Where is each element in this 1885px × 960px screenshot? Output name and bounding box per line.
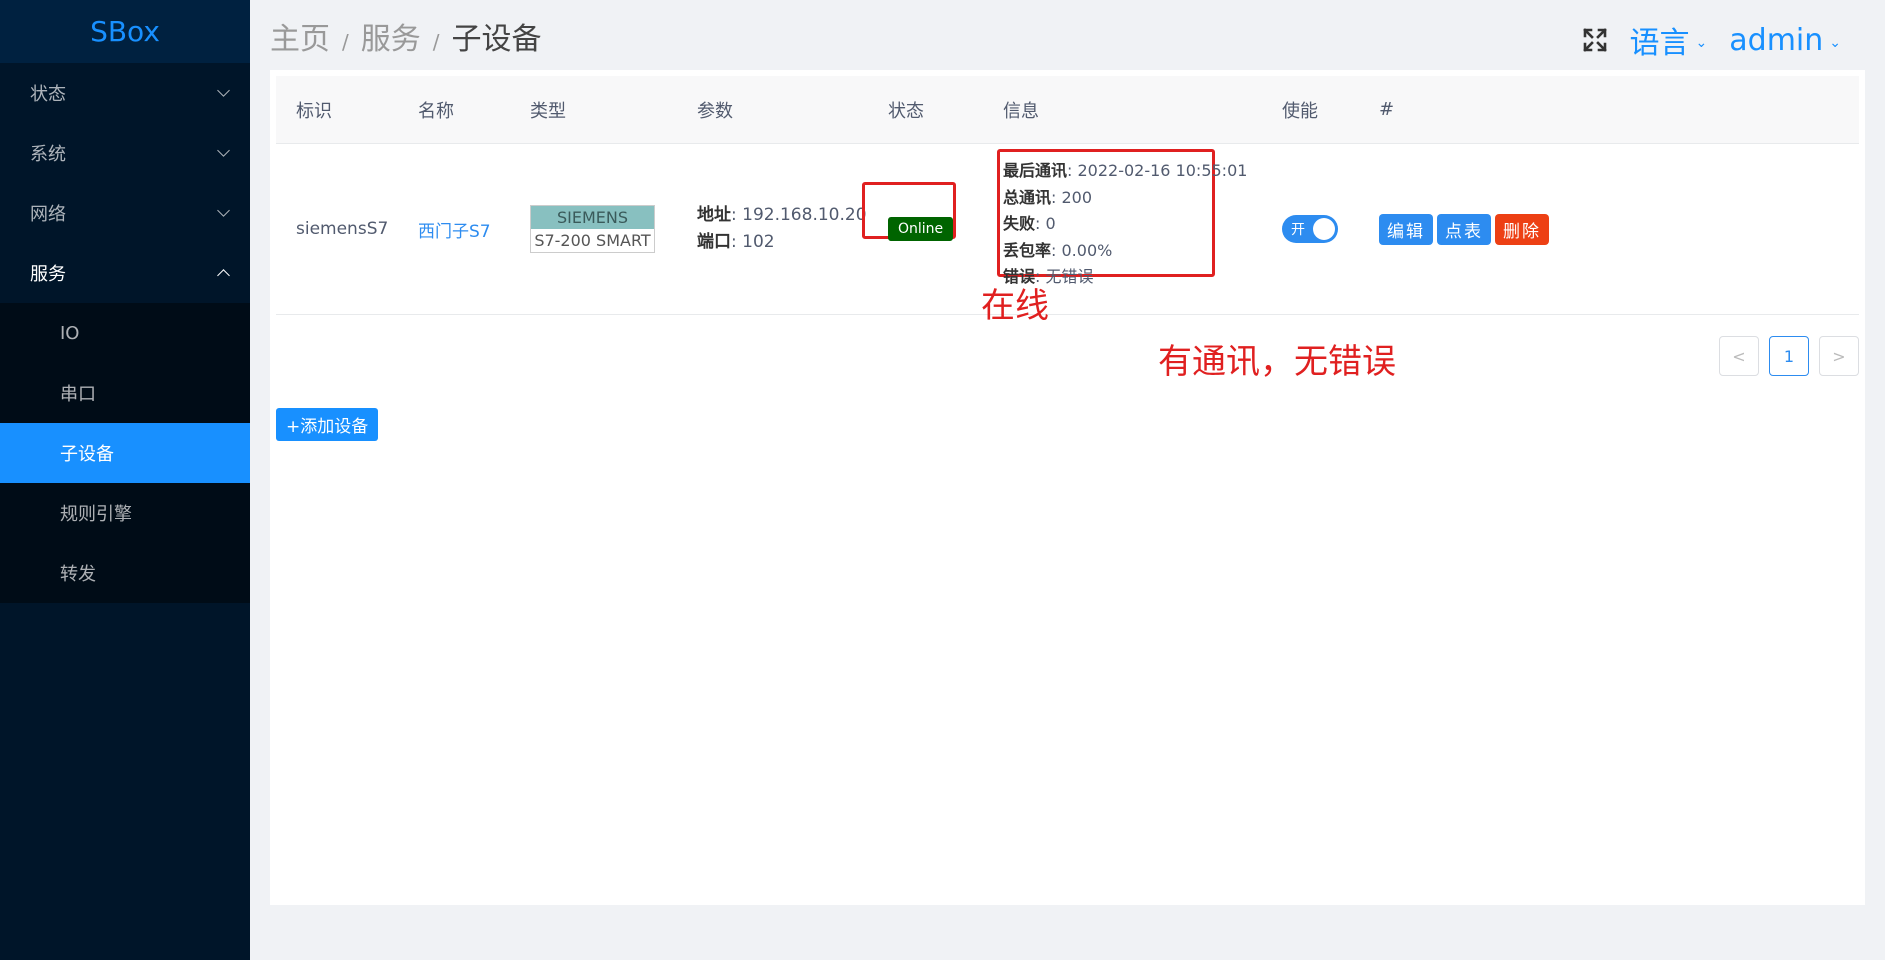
point-table-button[interactable]: 点表 [1437,213,1491,245]
language-dropdown[interactable]: 语言 ⌄ [1630,18,1708,62]
user-dropdown[interactable]: admin ⌄ [1729,23,1841,58]
info-label: 最后通讯 [1003,161,1068,180]
menu-label: 系统 [30,144,66,165]
table-header: 标识 名称 类型 参数 状态 信息 使能 # [276,76,1859,144]
chevron-down-icon [217,144,230,157]
chevron-down-icon [217,84,230,97]
column-header: 类型 [530,100,566,122]
submenu-item-io[interactable]: IO [0,303,250,363]
type-model: S7-200 SMART [531,229,654,252]
status-badge: Online [888,217,954,241]
breadcrumb: 主页 / 服务 / 子设备 [270,14,542,58]
menu-network[interactable]: 网络 [0,183,250,243]
language-label: 语言 [1629,26,1690,61]
chevron-down-icon [217,204,230,217]
param-label: 地址 [697,205,731,225]
app-logo[interactable]: SBox [0,0,250,63]
info-label: 丢包率 [1003,240,1052,260]
breadcrumb-current: 子设备 [451,22,542,57]
chevron-up-icon [217,269,230,282]
column-header: 标识 [296,100,332,122]
toggle-knob [1313,218,1335,240]
device-type-tag: SIEMENS S7-200 SMART [530,205,655,253]
column-header: 使能 [1282,100,1318,122]
next-page-button[interactable]: > [1819,336,1859,376]
device-id: siemensS7 [296,219,389,239]
submenu-item-forward[interactable]: 转发 [0,543,250,603]
column-header: 参数 [697,100,733,122]
fullscreen-icon[interactable] [1582,27,1608,53]
info-annotation: 有通讯，无错误 [1158,342,1396,382]
submenu-item-serial[interactable]: 串口 [0,363,250,423]
toggle-label: 开 [1291,222,1305,238]
info-value: 2022-02-16 10:55:01 [1077,161,1248,180]
delete-button[interactable]: 删除 [1495,213,1549,245]
info-value: 无错误 [1045,267,1094,286]
main-content: 标识 名称 类型 参数 状态 信息 使能 # siemensS7 西门子S7 S… [270,70,1865,905]
menu-label: 服务 [30,264,66,285]
menu-system[interactable]: 系统 [0,123,250,183]
column-header: # [1379,99,1395,120]
info-label: 失败 [1003,214,1036,233]
info-value: 0 [1045,214,1056,233]
enable-toggle[interactable]: 开 [1282,215,1338,243]
param-port: 102 [742,232,775,252]
type-brand: SIEMENS [531,206,654,229]
edit-button[interactable]: 编辑 [1379,213,1433,245]
breadcrumb-service[interactable]: 服务 [361,14,421,58]
user-name: admin [1729,22,1824,58]
breadcrumb-home[interactable]: 主页 [270,14,330,58]
param-address: 192.168.10.20 [742,205,867,225]
breadcrumb-separator: / [342,30,349,54]
add-device-button[interactable]: +添加设备 [276,408,379,441]
device-params: 地址: 192.168.10.20 端口: 102 [697,205,867,252]
menu-label: 状态 [30,84,66,105]
info-value: 200 [1061,187,1093,207]
menu-label: 网络 [30,204,66,225]
submenu-item-rule-engine[interactable]: 规则引擎 [0,483,250,543]
page-number-button[interactable]: 1 [1769,336,1809,376]
sidebar: SBox 状态 系统 网络 服务 IO 串口 子设备 规则引擎 转发 [0,0,250,960]
prev-page-button[interactable]: < [1719,336,1759,376]
column-header: 名称 [418,100,454,122]
table-row: siemensS7 西门子S7 SIEMENS S7-200 SMART 地址:… [276,144,1859,315]
info-label: 总通讯 [1003,187,1052,207]
chevron-down-icon: ⌄ [1695,35,1708,51]
header-actions: 语言 ⌄ admin ⌄ [1582,18,1841,62]
device-table: 标识 名称 类型 参数 状态 信息 使能 # siemensS7 西门子S7 S… [276,76,1859,315]
breadcrumb-separator: / [432,30,440,54]
device-info: 最后通讯: 2022-02-16 10:55:01 总通讯: 200 失败: 0… [1003,161,1248,286]
column-header: 信息 [1003,100,1039,122]
service-submenu: IO 串口 子设备 规则引擎 转发 [0,303,250,603]
menu-status[interactable]: 状态 [0,63,250,123]
param-label: 端口 [697,232,731,252]
pagination: < 1 > [1719,336,1859,376]
status-annotation: 在线 [981,286,1049,326]
device-name-link[interactable]: 西门子S7 [418,217,491,242]
row-actions: 编辑 点表 删除 [1379,213,1553,245]
info-value: 0.00% [1061,240,1113,260]
chevron-down-icon: ⌄ [1829,35,1841,51]
menu-service[interactable]: 服务 [0,243,250,303]
column-header: 状态 [888,100,924,122]
submenu-item-subdevice[interactable]: 子设备 [0,423,250,483]
